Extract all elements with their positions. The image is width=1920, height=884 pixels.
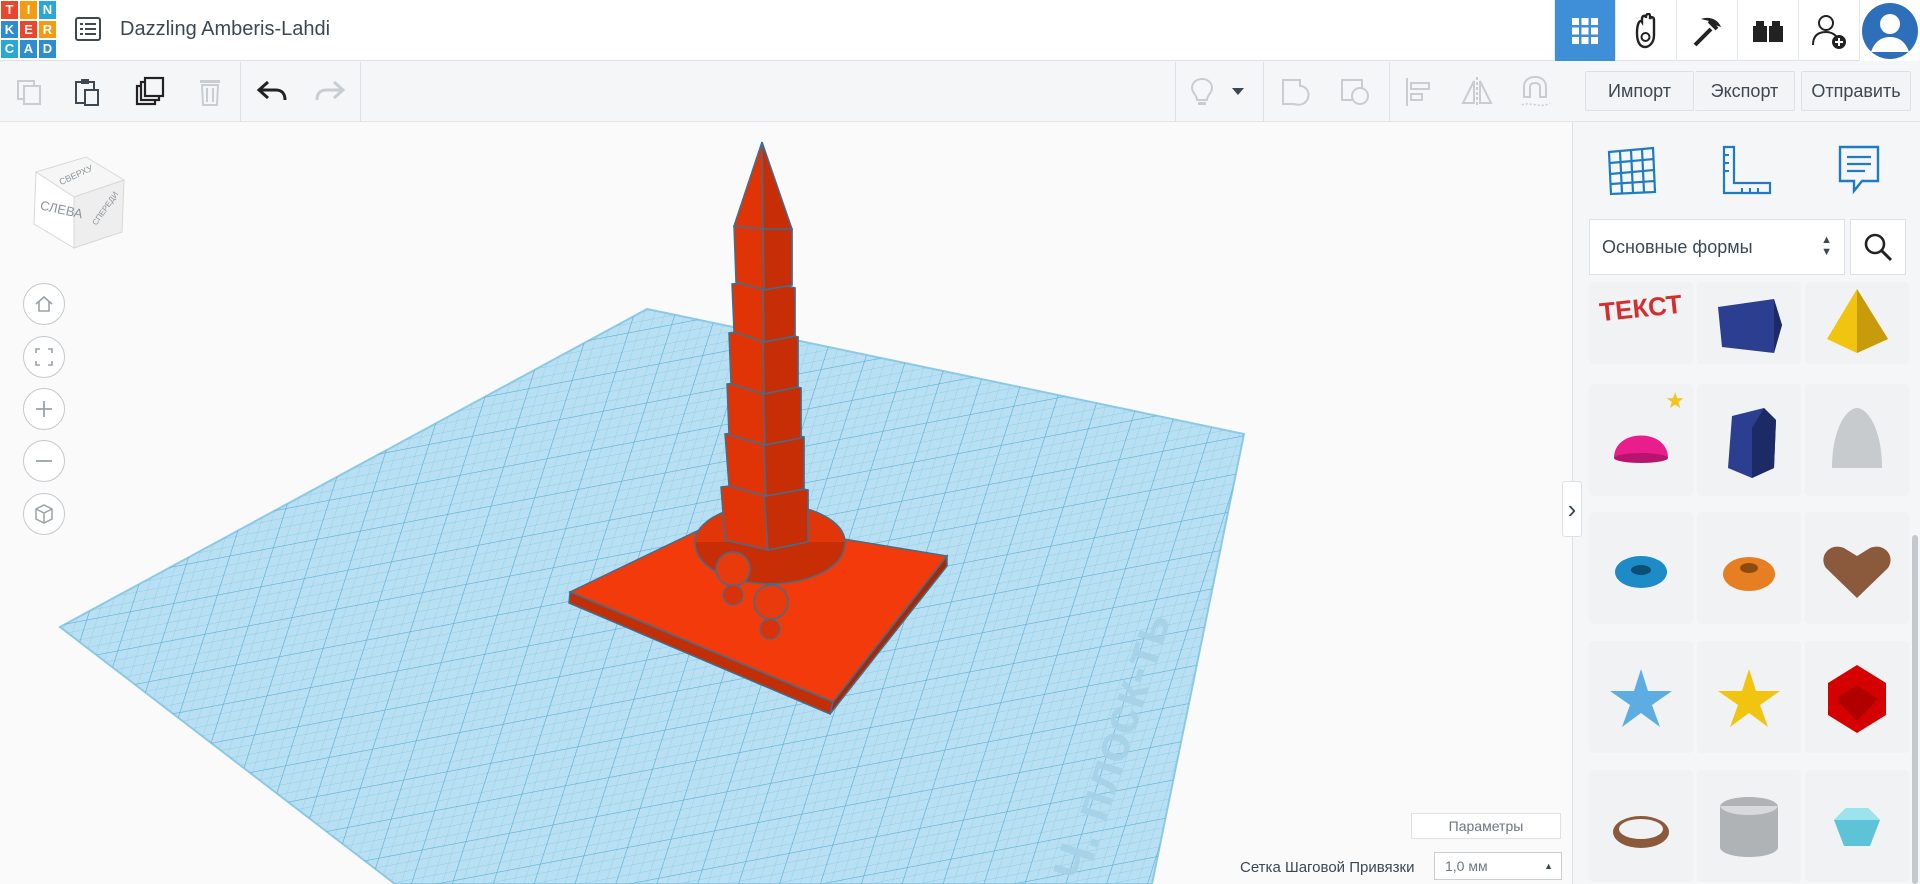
round-roof-shape[interactable] bbox=[1697, 770, 1801, 882]
export-button[interactable]: Экспорт bbox=[1695, 71, 1795, 111]
ruler-icon[interactable] bbox=[1715, 140, 1777, 202]
send-button[interactable]: Отправить bbox=[1801, 71, 1911, 111]
logo-letter: E bbox=[19, 19, 38, 40]
round-roof-shape-preview bbox=[1720, 797, 1778, 857]
box-shape-preview bbox=[1718, 299, 1782, 353]
shapes-panel: Основные формы ▲ ▼ ТЕКСТ ★ bbox=[1572, 122, 1920, 884]
logo-letter: I bbox=[19, 0, 38, 20]
star-yellow-shape[interactable] bbox=[1697, 641, 1801, 753]
design-title[interactable]: Dazzling Amberis-Lahdi bbox=[120, 18, 330, 41]
chevron-up-icon: ▲ bbox=[1544, 861, 1553, 871]
hole-icon[interactable] bbox=[1337, 73, 1375, 111]
toolbar-separator bbox=[360, 62, 361, 122]
design-list-icon[interactable] bbox=[74, 15, 102, 43]
text-shape[interactable]: ТЕКСТ bbox=[1589, 282, 1693, 364]
add-user-icon[interactable] bbox=[1798, 0, 1859, 61]
tube-shape[interactable] bbox=[1697, 512, 1801, 624]
fit-view-button[interactable] bbox=[23, 336, 65, 378]
logo-letter: K bbox=[0, 19, 19, 40]
import-button[interactable]: Импорт bbox=[1585, 71, 1694, 111]
delete-icon[interactable] bbox=[191, 73, 229, 111]
star-yellow-shape-preview bbox=[1718, 669, 1780, 727]
mirror-icon[interactable] bbox=[1458, 73, 1496, 111]
torus-shape-preview bbox=[1615, 556, 1667, 588]
tinkercad-logo[interactable]: TINKERCAD bbox=[0, 0, 57, 59]
top-bar: TINKERCAD Dazzling Amberis-Lahdi bbox=[0, 0, 1920, 61]
perspective-toggle-button[interactable] bbox=[23, 493, 65, 535]
workplane-icon[interactable] bbox=[1601, 140, 1663, 202]
pyramid-shape-preview bbox=[1827, 289, 1888, 353]
shape-category-value: Основные формы bbox=[1602, 237, 1753, 257]
file-actions: Импорт Экспорт Отправить bbox=[1572, 62, 1920, 122]
workplane-scene[interactable]: Ч. плоск-ть bbox=[0, 122, 1572, 884]
grid-view-icon[interactable] bbox=[1554, 0, 1615, 61]
toolbar-separator bbox=[1389, 62, 1390, 122]
ring-shape[interactable] bbox=[1589, 770, 1693, 882]
redo-icon[interactable] bbox=[311, 73, 349, 111]
snap-grid-select[interactable]: 1,0 мм ▲ bbox=[1434, 852, 1562, 880]
align-icon[interactable] bbox=[1399, 73, 1437, 111]
favorite-star-icon: ★ bbox=[1665, 388, 1685, 413]
heart-shape[interactable] bbox=[1805, 512, 1909, 624]
zoom-out-button[interactable] bbox=[23, 440, 65, 482]
gem-shape[interactable] bbox=[1805, 770, 1909, 882]
pyramid-shape[interactable] bbox=[1805, 282, 1909, 364]
toolbar-separator bbox=[240, 62, 241, 122]
header-right-buttons bbox=[1554, 0, 1920, 61]
ring-shape-preview bbox=[1613, 816, 1669, 848]
logo-letter: D bbox=[38, 39, 57, 59]
tube-shape-preview bbox=[1723, 557, 1775, 591]
icosahedron-shape[interactable] bbox=[1805, 641, 1909, 753]
half-sphere-shape[interactable]: ★ bbox=[1589, 384, 1693, 496]
snap-grid-label: Сетка Шаговой Привязки bbox=[1240, 859, 1415, 876]
star-shape[interactable] bbox=[1589, 641, 1693, 753]
undo-icon[interactable] bbox=[253, 73, 291, 111]
view-cube[interactable]: СВЕРХУ СЛЕВА СПЕРЕДИ bbox=[26, 152, 126, 252]
notes-icon[interactable] bbox=[1828, 140, 1890, 202]
box-shape[interactable] bbox=[1697, 282, 1801, 364]
pickaxe-icon[interactable] bbox=[1676, 0, 1737, 61]
polygon-shape-preview bbox=[1728, 408, 1776, 478]
logo-letter: N bbox=[38, 0, 57, 20]
search-icon[interactable] bbox=[1850, 219, 1906, 275]
collapse-panel-button[interactable]: › bbox=[1562, 481, 1582, 537]
toolbar-separator bbox=[1175, 62, 1176, 122]
heart-shape-preview bbox=[1823, 546, 1891, 598]
snap-grid-value: 1,0 мм bbox=[1445, 858, 1488, 874]
paraboloid-shape-preview bbox=[1832, 408, 1882, 468]
tower-shape[interactable] bbox=[720, 141, 809, 551]
toolbar-separator bbox=[1263, 62, 1264, 122]
3d-viewport[interactable]: Ч. плоск-ть СВЕРХУ СЛЕВА СПЕРЕДИ Парамет… bbox=[0, 122, 1572, 884]
text-shape-preview: ТЕКСТ bbox=[1598, 289, 1684, 327]
logo-letter: R bbox=[38, 19, 57, 40]
lightbulb-icon[interactable] bbox=[1183, 73, 1221, 111]
home-view-button[interactable] bbox=[23, 283, 65, 325]
main-toolbar bbox=[0, 62, 1572, 122]
copy-icon[interactable] bbox=[10, 73, 48, 111]
dropdown-arrow-icon[interactable] bbox=[1228, 73, 1248, 111]
star-shape-preview bbox=[1610, 669, 1672, 727]
polygon-shape[interactable] bbox=[1697, 384, 1801, 496]
select-arrows-icon: ▲ ▼ bbox=[1821, 234, 1832, 258]
icosahedron-shape-preview bbox=[1828, 665, 1886, 733]
torus-shape[interactable] bbox=[1589, 512, 1693, 624]
svg-text:ТЕКСТ: ТЕКСТ bbox=[1598, 289, 1684, 327]
zoom-in-button[interactable] bbox=[23, 388, 65, 430]
logo-letter: C bbox=[0, 39, 19, 59]
bricks-icon[interactable] bbox=[1737, 0, 1798, 61]
panel-scrollbar[interactable] bbox=[1912, 535, 1918, 884]
avatar[interactable] bbox=[1859, 0, 1920, 61]
duplicate-icon[interactable] bbox=[130, 73, 168, 111]
shape-category-select[interactable]: Основные формы ▲ ▼ bbox=[1589, 219, 1845, 275]
logo-letter: A bbox=[19, 39, 38, 59]
settings-button[interactable]: Параметры bbox=[1411, 813, 1561, 839]
paste-icon[interactable] bbox=[68, 73, 106, 111]
group-icon[interactable] bbox=[1278, 73, 1316, 111]
logo-letter: T bbox=[0, 0, 19, 20]
tinker-hand-icon[interactable] bbox=[1615, 0, 1676, 61]
paraboloid-shape[interactable] bbox=[1805, 384, 1909, 496]
gem-shape-preview bbox=[1834, 808, 1880, 846]
magnet-icon[interactable] bbox=[1517, 73, 1555, 111]
